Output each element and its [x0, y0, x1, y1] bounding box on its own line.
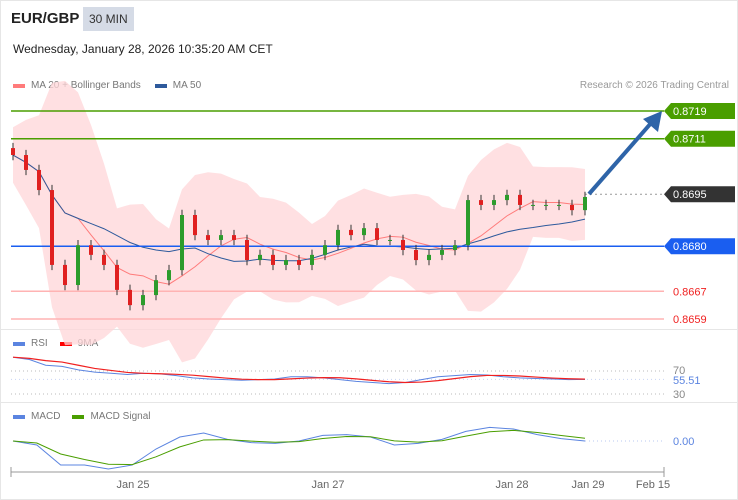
- candle-body: [167, 270, 171, 281]
- rsi-current-label: 55.51: [673, 375, 701, 387]
- candle-body: [206, 235, 210, 240]
- current-label: 0.8695: [673, 189, 707, 201]
- candle-body: [24, 155, 28, 170]
- candle-body: [258, 254, 262, 261]
- rsi-ma-line: [12, 356, 586, 384]
- candle-body: [336, 229, 340, 246]
- rsi-30-label: 30: [673, 389, 685, 401]
- candle-body: [141, 295, 145, 306]
- candle-body: [479, 200, 483, 205]
- support-label: 0.8667: [673, 286, 707, 298]
- candle-body: [297, 260, 301, 265]
- resistance-label: 0.8711: [673, 134, 706, 146]
- x-tick-label: Jan 25: [116, 479, 149, 491]
- candle-body: [401, 239, 405, 251]
- candle-body: [193, 215, 197, 236]
- candle-body: [271, 254, 275, 265]
- resistance-label: 0.8719: [673, 106, 707, 118]
- candle-body: [518, 194, 522, 205]
- candle-body: [180, 215, 184, 271]
- candle-body: [102, 254, 106, 265]
- candle-body: [440, 250, 444, 255]
- candle-body: [37, 169, 41, 191]
- candle-body: [453, 245, 457, 251]
- candle-body: [427, 254, 431, 261]
- candle-body: [76, 245, 80, 286]
- candle-body: [349, 229, 353, 236]
- candle-body: [219, 235, 223, 240]
- candle-body: [89, 245, 93, 255]
- candle-body: [505, 194, 509, 201]
- candle-body: [310, 254, 314, 265]
- candle-body: [375, 228, 379, 240]
- candle-body: [583, 196, 587, 211]
- candle-body: [362, 228, 366, 236]
- x-tick-label: Jan 27: [311, 479, 344, 491]
- x-tick-label: Jan 28: [495, 479, 528, 491]
- candle-body: [154, 280, 158, 296]
- candle-body: [531, 204, 535, 206]
- candle-body: [323, 245, 327, 255]
- candle-body: [388, 239, 392, 241]
- candle-body: [544, 204, 548, 206]
- x-tick-label: Feb 15: [636, 479, 670, 491]
- candle-body: [570, 204, 574, 211]
- macd-value-label: 0.00: [673, 436, 694, 448]
- candle-body: [63, 264, 67, 286]
- x-tick-label: Jan 29: [571, 479, 604, 491]
- candle-body: [128, 289, 132, 306]
- support-label: 0.8659: [673, 314, 707, 326]
- pivot-label: 0.8680: [673, 241, 707, 253]
- candle-body: [50, 190, 54, 265]
- candle-body: [492, 200, 496, 205]
- candle-body: [245, 239, 249, 261]
- forecast-arrow: [587, 120, 654, 196]
- price-chart: 0.87190.87110.86950.86800.86670.86597055…: [10, 80, 735, 491]
- candle-body: [414, 250, 418, 261]
- candle-body: [466, 200, 470, 246]
- candle-body: [284, 260, 288, 265]
- candle-body: [115, 264, 119, 290]
- macd-signal-line: [12, 429, 586, 466]
- candle-body: [11, 148, 15, 156]
- candle-body: [232, 235, 236, 240]
- candle-body: [557, 204, 561, 206]
